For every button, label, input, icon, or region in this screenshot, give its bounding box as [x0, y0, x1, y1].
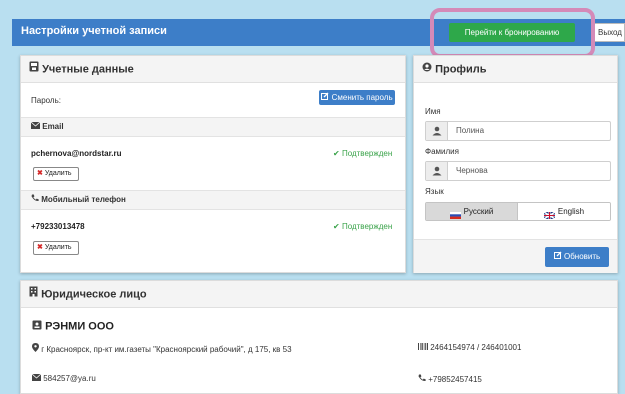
- profile-footer: Обновить: [414, 239, 617, 273]
- profile-panel-header: Профиль: [414, 56, 617, 83]
- profile-panel: Профиль Имя Полина Фамилия Чернова Язык …: [413, 55, 618, 273]
- envelope-icon: [31, 373, 43, 383]
- phone-confirmed-label: Подтвержден: [341, 222, 393, 231]
- exit-button[interactable]: Выход: [591, 23, 625, 42]
- delete-email-label: Удалить: [44, 170, 72, 177]
- close-icon: ✖: [37, 170, 43, 177]
- credentials-title: Учетные данные: [42, 63, 134, 76]
- user-icon: [426, 122, 448, 140]
- language-option-russian[interactable]: Русский: [426, 203, 518, 220]
- russia-flag-icon: [449, 208, 461, 220]
- first-name-label: Имя: [425, 107, 441, 116]
- delete-email-button[interactable]: ✖ Удалить: [33, 167, 79, 181]
- company-email: 584257@ya.ru: [31, 373, 96, 383]
- update-profile-label: Обновить: [564, 252, 601, 262]
- last-name-field[interactable]: Чернова: [425, 161, 611, 181]
- highlight-annotation: [430, 8, 595, 58]
- company-email-text: 584257@ya.ru: [43, 374, 96, 383]
- language-russian-label: Русский: [463, 207, 494, 216]
- credentials-icon: [29, 56, 39, 83]
- envelope-icon: [30, 118, 41, 136]
- last-name-label: Фамилия: [425, 147, 459, 156]
- company-name-label: РЭНМИ ООО: [45, 320, 114, 333]
- delete-phone-button[interactable]: ✖ Удалить: [33, 241, 79, 255]
- company-phone: +79852457415: [418, 374, 482, 384]
- user-icon: [426, 162, 448, 180]
- building-icon: [29, 281, 38, 308]
- update-profile-button[interactable]: Обновить: [545, 247, 609, 267]
- credentials-panel-header: Учетные данные: [21, 56, 405, 83]
- language-english-label: English: [557, 207, 585, 216]
- check-icon: ✔: [333, 149, 340, 158]
- credentials-panel: Учетные данные Пароль: Сменить пароль Em…: [20, 55, 406, 273]
- company-address: г Красноярск, пр-кт им.газеты "Красноярс…: [32, 343, 312, 355]
- email-section-header: Email: [21, 117, 405, 137]
- uk-flag-icon: [543, 208, 556, 220]
- page-title: Настройки учетной записи: [21, 25, 167, 37]
- edit-icon: [321, 90, 329, 105]
- close-icon: ✖: [37, 244, 43, 251]
- language-switch: Русский English: [425, 202, 611, 221]
- email-section-title: Email: [42, 122, 64, 132]
- edit-icon: [553, 247, 562, 267]
- first-name-field[interactable]: Полина: [425, 121, 611, 141]
- company-address-text: г Красноярск, пр-кт им.газеты "Красноярс…: [41, 345, 292, 354]
- user-circle-icon: [422, 56, 432, 83]
- id-card-icon: [32, 320, 42, 333]
- delete-phone-label: Удалить: [44, 244, 72, 251]
- legal-entity-title: Юридическое лицо: [41, 288, 147, 301]
- phone-icon: [418, 374, 428, 384]
- change-password-button[interactable]: Сменить пароль: [319, 90, 395, 105]
- company-inn: 2464154974 / 246401001: [418, 343, 521, 352]
- email-value: pchernova@nordstar.ru: [31, 149, 122, 158]
- change-password-label: Сменить пароль: [331, 93, 393, 102]
- language-option-english[interactable]: English: [518, 203, 610, 220]
- phone-icon: [31, 191, 39, 209]
- legal-entity-panel: Юридическое лицо РЭНМИ ООО г Красноярск,…: [20, 280, 618, 394]
- company-inn-text: 2464154974 / 246401001: [430, 343, 522, 352]
- language-label: Язык: [425, 187, 444, 196]
- legal-entity-panel-header: Юридическое лицо: [21, 281, 617, 308]
- email-confirmed-status: ✔ Подтвержден: [333, 149, 392, 158]
- company-name: РЭНМИ ООО: [32, 320, 114, 333]
- phone-section-header: Мобильный телефон: [21, 190, 405, 210]
- check-icon: ✔: [333, 222, 340, 231]
- password-label: Пароль:: [31, 96, 61, 105]
- map-marker-icon: [32, 343, 41, 354]
- phone-value: +79233013478: [31, 222, 85, 231]
- company-phone-text: +79852457415: [428, 375, 482, 384]
- phone-section-title: Мобильный телефон: [41, 195, 126, 205]
- phone-confirmed-status: ✔ Подтвержден: [333, 222, 392, 231]
- barcode-icon: [418, 343, 430, 352]
- first-name-placeholder: Полина: [456, 126, 485, 135]
- profile-title: Профиль: [435, 63, 487, 76]
- last-name-placeholder: Чернова: [456, 166, 488, 175]
- email-confirmed-label: Подтвержден: [341, 149, 393, 158]
